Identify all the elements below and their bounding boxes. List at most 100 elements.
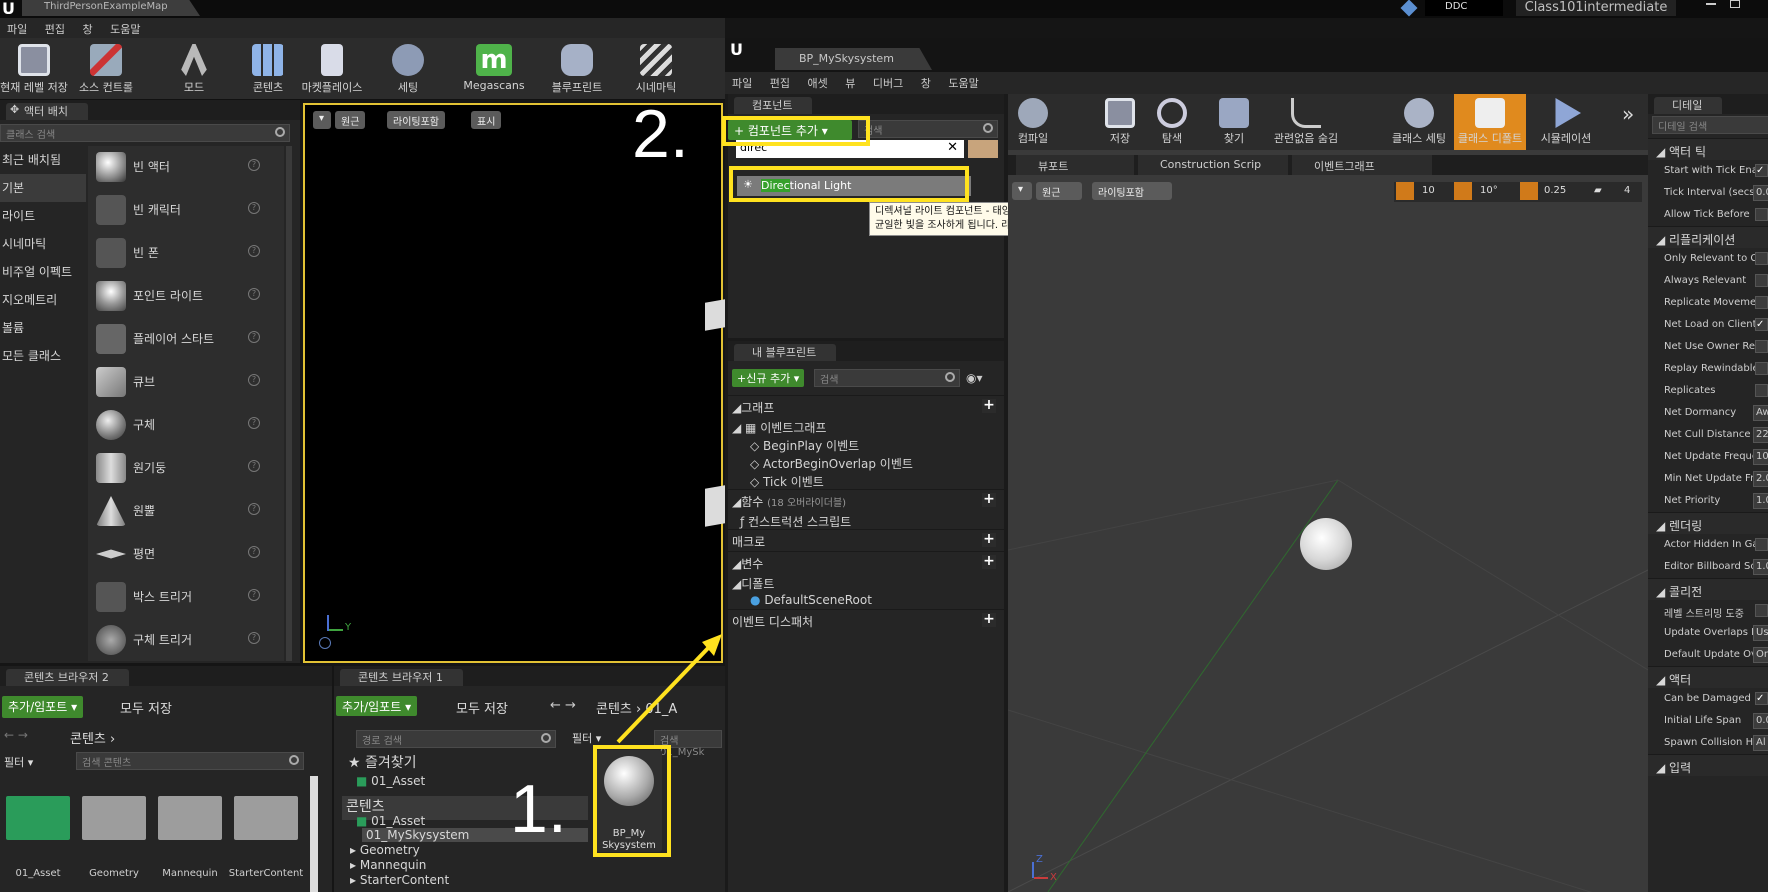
save-all-button[interactable]: 모두 저장	[456, 698, 508, 717]
tree-item[interactable]: ■ 01_Asset	[356, 814, 425, 828]
tree-item[interactable]: ▸ Mannequin	[350, 858, 426, 872]
modes-button[interactable]: 모드	[160, 38, 228, 100]
level-viewport[interactable]: ▾ 원근 라이팅포함 표시 Y	[303, 103, 725, 663]
menu-window[interactable]: 창	[76, 18, 100, 37]
checkbox[interactable]	[1755, 604, 1768, 617]
category-cinematic[interactable]: 시네마틱	[0, 230, 86, 258]
list-item[interactable]: ● DefaultSceneRoot	[728, 591, 1004, 609]
content-search-input[interactable]: 검색 콘텐츠	[76, 752, 304, 770]
details-tab[interactable]: 디테일	[1654, 97, 1723, 114]
list-item[interactable]: ◇ Tick 이벤트	[728, 471, 1004, 489]
checkbox[interactable]	[1755, 208, 1768, 221]
checkbox[interactable]	[1755, 538, 1768, 551]
event-graph-item[interactable]: ◢ ▦ 이벤트그래프	[728, 417, 1004, 435]
list-item[interactable]: 원뿔?	[88, 490, 284, 533]
list-item[interactable]: 박스 트리거?	[88, 576, 284, 619]
menu-file[interactable]: 파일	[0, 18, 34, 37]
help-icon[interactable]: ?	[248, 589, 260, 601]
menu-edit[interactable]: 편집	[763, 72, 797, 91]
category-volumes[interactable]: 볼륨	[0, 314, 86, 342]
show-button[interactable]: 표시	[471, 111, 502, 129]
category-basic[interactable]: 기본	[0, 174, 86, 202]
save-button[interactable]: 저장	[1100, 94, 1140, 150]
add-macro-button[interactable]: +	[982, 532, 996, 547]
components-category[interactable]: ◢디폴트	[728, 573, 1004, 591]
add-import-button[interactable]: 추가/임포트 ▾	[2, 696, 84, 718]
list-item[interactable]: 구체?	[88, 404, 284, 447]
functions-section[interactable]: ◢함수 (18 오버라이더블) +	[728, 489, 1004, 511]
help-icon[interactable]: ?	[248, 374, 260, 386]
checkbox[interactable]: ✓	[1755, 692, 1768, 705]
tab-event-graph[interactable]: 이벤트그래프	[1292, 155, 1432, 175]
folder-geometry[interactable]	[82, 796, 146, 840]
section-rendering[interactable]: ◢ 렌더링	[1648, 512, 1768, 534]
category-visual-effects[interactable]: 비주얼 이펙트	[0, 258, 86, 286]
perspective-button[interactable]: 원근	[335, 111, 366, 129]
blueprint-search-input[interactable]: 검색	[814, 369, 960, 387]
cube-mesh[interactable]	[705, 485, 725, 527]
list-item[interactable]: 원기둥?	[88, 447, 284, 490]
scrollbar[interactable]	[310, 776, 318, 892]
menu-edit[interactable]: 편집	[38, 18, 72, 37]
camera-speed-icon[interactable]: ▰	[1594, 185, 1602, 196]
components-tab[interactable]: 컴포넌트	[734, 97, 813, 114]
folder-mannequin[interactable]	[158, 796, 222, 840]
section-actor[interactable]: ◢ 액터	[1648, 666, 1768, 688]
tree-item[interactable]: ▸ Geometry	[350, 843, 420, 857]
checkbox[interactable]	[1755, 362, 1768, 375]
list-item[interactable]: 구체 트리거?	[88, 619, 284, 661]
checkbox[interactable]	[1755, 296, 1768, 309]
content-button[interactable]: 콘텐츠	[240, 38, 296, 100]
checkbox[interactable]: ✓	[1755, 164, 1768, 177]
section-collision[interactable]: ◢ 콜리전	[1648, 578, 1768, 600]
cinematic-button[interactable]: 시네마틱	[622, 38, 690, 100]
class-search-input[interactable]: 클래스 검색	[0, 124, 290, 142]
help-icon[interactable]: ?	[248, 245, 260, 257]
compile-button[interactable]: 컴파일	[1008, 94, 1058, 150]
grid-snap-icon[interactable]	[1396, 182, 1414, 200]
list-item[interactable]: 빈 액터?	[88, 146, 284, 189]
tree-item[interactable]: ▸ StarterContent	[350, 873, 449, 887]
component-search-input[interactable]: 검색	[858, 120, 998, 138]
blueprint-tab[interactable]: BP_MySkysystem	[775, 48, 932, 70]
filter-button[interactable]: 필터 ▾	[572, 730, 601, 746]
sky-sphere[interactable]	[1300, 518, 1352, 570]
class-settings-button[interactable]: 클래스 세팅	[1384, 94, 1454, 150]
list-item[interactable]: 빈 캐릭터?	[88, 189, 284, 232]
section-replication[interactable]: ◢ 리플리케이션	[1648, 226, 1768, 248]
find-button[interactable]: 찾기	[1214, 94, 1254, 150]
checkbox[interactable]	[1755, 274, 1768, 287]
construction-script-item[interactable]: ƒ 컨스트럭션 스크립트	[728, 511, 1004, 529]
menu-help[interactable]: 도움말	[941, 72, 985, 91]
add-new-button[interactable]: +신규 추가 ▾	[732, 369, 805, 387]
variables-section[interactable]: ◢변수 +	[728, 551, 1004, 573]
save-level-button[interactable]: 현재 레벨 저장	[0, 38, 68, 100]
tab-viewport[interactable]: 뷰포트	[1016, 155, 1134, 175]
scale-snap-icon[interactable]	[1520, 182, 1538, 200]
add-import-button[interactable]: 추가/임포트 ▾	[336, 696, 418, 716]
menu-help[interactable]: 도움말	[103, 18, 147, 37]
history-nav[interactable]: ← →	[550, 698, 576, 713]
help-icon[interactable]: ?	[248, 288, 260, 300]
content-browser-1-tab[interactable]: 콘텐츠 브라우저 1	[340, 669, 463, 686]
category-recent[interactable]: 최근 배치됨	[0, 146, 86, 174]
add-variable-button[interactable]: +	[982, 554, 996, 569]
megascans-button[interactable]: m Megascans	[458, 38, 530, 100]
source-control-button[interactable]: 소스 컨트롤	[72, 38, 140, 100]
class-defaults-button[interactable]: 클래스 디폴트	[1454, 94, 1526, 150]
lit-button[interactable]: 라이팅포함	[1092, 182, 1172, 200]
blueprint-button[interactable]: 블루프린트	[540, 38, 614, 100]
menu-view[interactable]: 뷰	[838, 72, 862, 91]
menu-debug[interactable]: 디버그	[866, 72, 910, 91]
viewport-options-button[interactable]: ▾	[1012, 182, 1032, 200]
marketplace-button[interactable]: 마켓플레이스	[298, 38, 366, 100]
list-item[interactable]: ◇ ActorBeginOverlap 이벤트	[728, 453, 1004, 471]
category-all-classes[interactable]: 모든 클래스	[0, 342, 86, 370]
blueprint-viewport[interactable]: Z X	[1008, 150, 1648, 892]
viewport-options-button[interactable]: ▾	[313, 111, 331, 129]
help-icon[interactable]: ?	[248, 202, 260, 214]
add-graph-button[interactable]: +	[982, 398, 996, 413]
help-icon[interactable]: ?	[248, 460, 260, 472]
list-item[interactable]: 포인트 라이트?	[88, 275, 284, 318]
tab-construction-script[interactable]: Construction Scrip	[1138, 155, 1288, 175]
